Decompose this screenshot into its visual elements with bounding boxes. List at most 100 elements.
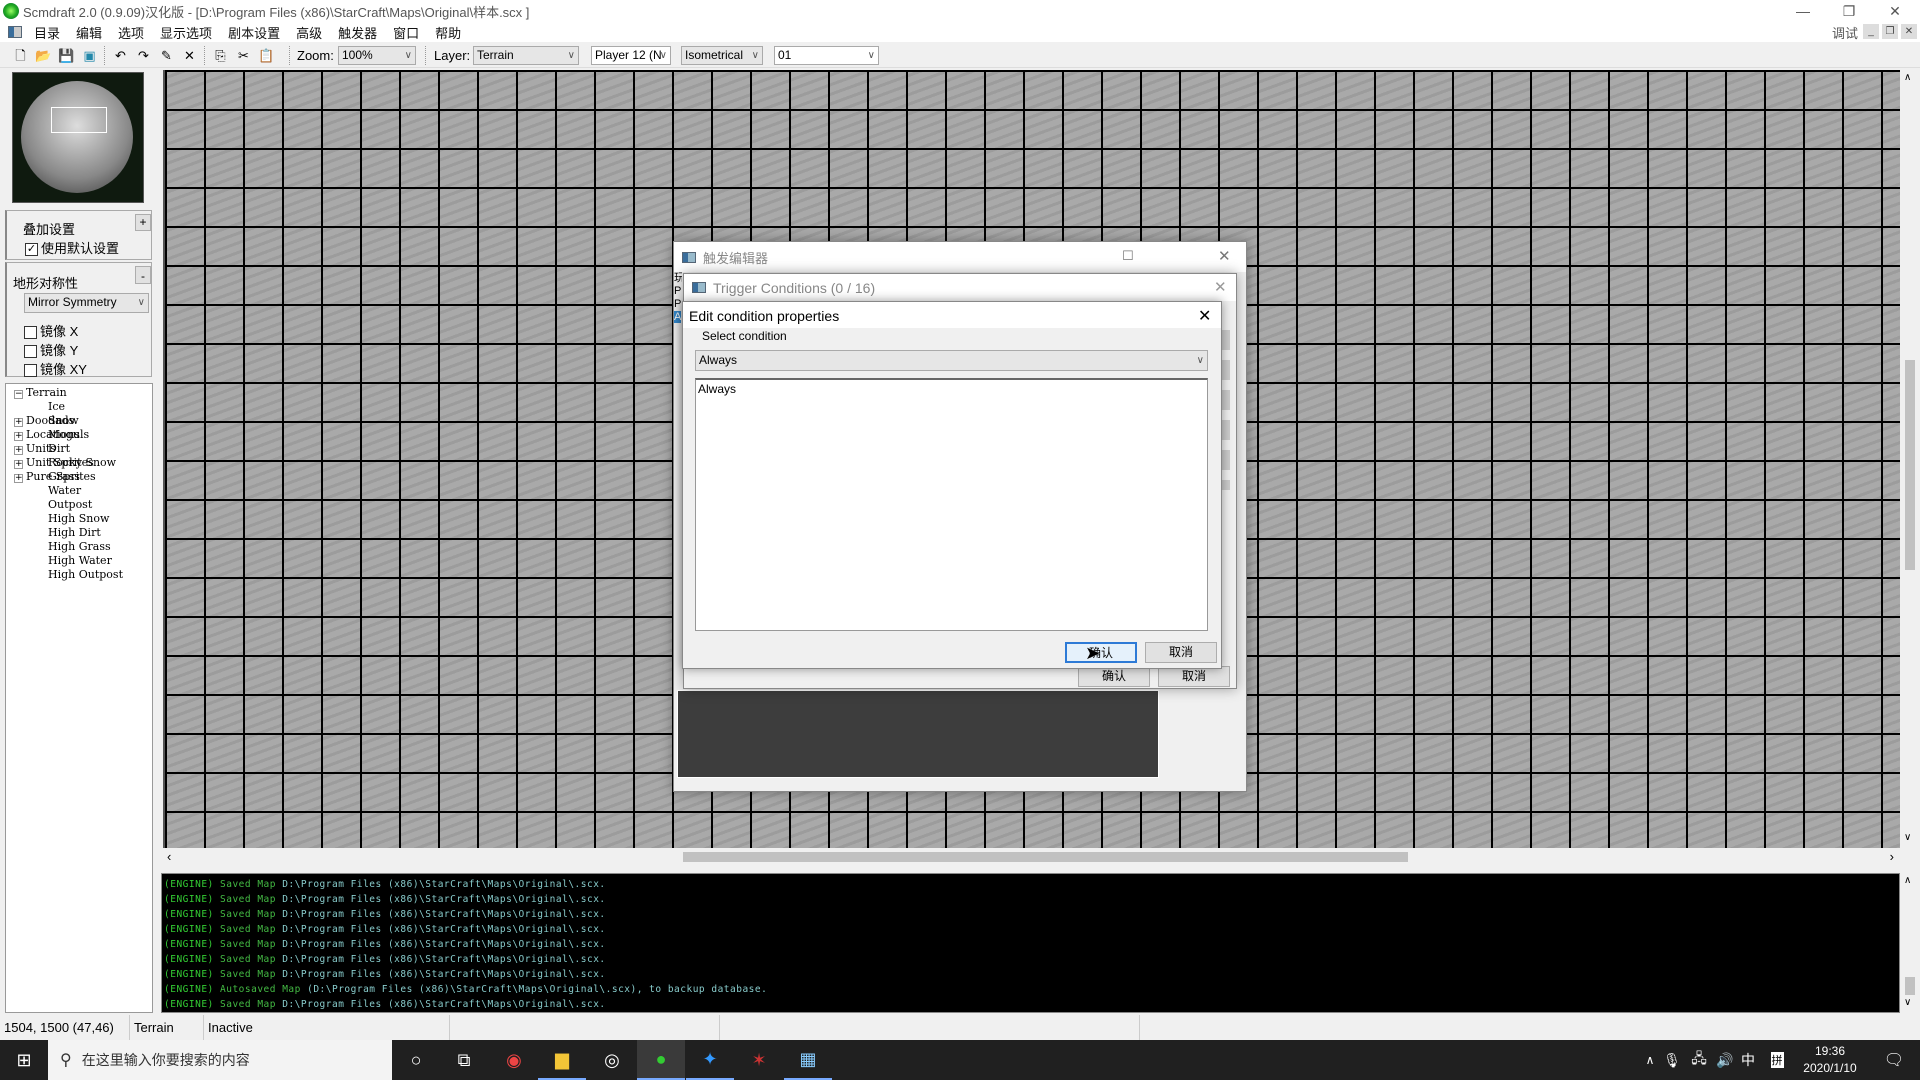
mirror-y-checkbox[interactable]: 镜像 Y [24,340,78,359]
microphone-icon[interactable]: 🎙 [1662,1040,1682,1080]
use-default-checkbox[interactable]: ✓ 使用默认设置 [25,238,119,257]
maximize-button[interactable]: ☐ [1122,248,1134,264]
volume-icon[interactable]: 🔊 [1714,1040,1736,1080]
taskbar-search-box[interactable]: ⚲ 在这里输入你要搜索的内容 [48,1040,392,1080]
menu-help[interactable]: 帮助 [435,23,461,42]
save-icon[interactable]: 💾 [58,47,75,64]
tray-expand-icon[interactable]: ∧ [1640,1040,1660,1080]
cut-icon[interactable]: ✂ [235,47,252,64]
collapse-icon[interactable]: − [14,390,23,399]
image-app-icon[interactable]: ▦ [784,1040,832,1080]
minimap-viewport[interactable] [51,107,107,133]
log-scrollbar[interactable]: ∧ ∨ [1900,873,1920,1013]
scroll-up-icon[interactable]: ∧ [1904,72,1911,83]
condition-rows[interactable] [1222,330,1230,490]
zoom-select[interactable]: 100% ∨ [338,46,416,65]
menu-file[interactable]: 目录 [34,23,60,42]
tree-node-doodads[interactable]: + Doodads [6,414,152,428]
ime-language[interactable]: 中 [1736,1040,1760,1080]
close-button[interactable]: ✕ [1872,0,1918,22]
document-icon[interactable] [8,26,22,38]
edit-condition-ok-button[interactable]: 确认 [1065,642,1137,663]
task-view-icon[interactable]: ⧉ [440,1040,488,1080]
mirror-x-checkbox[interactable]: 镜像 X [24,321,78,340]
network-icon[interactable]: 🖧 [1688,1040,1710,1080]
redo-icon[interactable]: ↷ [135,47,152,64]
mdi-close-button[interactable]: ✕ [1901,24,1917,39]
windows-start-icon[interactable]: ⊞ [0,1040,48,1080]
overlay-expand-button[interactable]: + [135,214,151,231]
menu-triggers[interactable]: 触发器 [338,23,377,42]
starcraft-icon[interactable]: ✶ [735,1040,783,1080]
copy-icon[interactable]: ⎘ [212,47,229,64]
ime-mode[interactable]: 拼 [1764,1040,1790,1080]
layer-select[interactable]: Terrain ∨ [473,46,579,65]
tree-node-high-water[interactable]: High Water [6,554,152,568]
menu-advanced[interactable]: 高级 [296,23,322,42]
menu-edit[interactable]: 编辑 [76,23,102,42]
expand-icon[interactable]: + [14,460,23,469]
scroll-left-icon[interactable]: ‹ [167,849,171,864]
chrome-icon[interactable]: ◉ [490,1040,538,1080]
horizontal-scroll-thumb[interactable] [683,852,1408,862]
tree-node-ice[interactable]: Ice [6,400,152,414]
tree-node-outpost[interactable]: Outpost [6,498,152,512]
tree-node-units[interactable]: + Units [6,442,152,456]
expand-icon[interactable]: + [14,474,23,483]
tree-node-terrain[interactable]: − Terrain [6,386,152,400]
expand-icon[interactable]: + [14,418,23,427]
scroll-down-icon[interactable]: ∨ [1904,832,1911,843]
map-horizontal-scrollbar[interactable]: ‹ › [163,848,1900,866]
conditions-cancel-button[interactable]: 取消 [1158,666,1230,687]
save-as-icon[interactable]: ▣ [81,47,98,64]
scroll-up-icon[interactable]: ∧ [1904,875,1911,886]
mdi-minimize-button[interactable]: _ [1863,24,1879,39]
open-folder-icon[interactable]: 📂 [35,47,52,64]
tree-node-high-outpost[interactable]: High Outpost [6,568,152,582]
map-vertical-scrollbar[interactable]: ∧ ∨ [1900,70,1920,848]
properties-icon[interactable]: ✎ [158,47,175,64]
debug-label[interactable]: 调试 [1832,23,1858,42]
undo-icon[interactable]: ↶ [112,47,129,64]
tree-node-water[interactable]: Water [6,484,152,498]
close-button[interactable]: ✕ [1198,306,1211,326]
symmetry-select[interactable]: Mirror Symmetry ∨ [24,293,149,313]
expand-icon[interactable]: + [14,432,23,441]
minimap[interactable] [12,72,144,203]
tree-node-high-grass[interactable]: High Grass [6,540,152,554]
restore-button[interactable]: ❐ [1826,0,1872,22]
brush-select[interactable]: 01 ∨ [774,46,879,65]
edit-condition-cancel-button[interactable]: 取消 [1145,642,1217,663]
delete-icon[interactable]: ✕ [181,47,198,64]
tree-node-high-dirt[interactable]: High Dirt [6,526,152,540]
paste-icon[interactable]: 📋 [258,47,275,64]
taskbar-clock[interactable]: 19:36 2020/1/10 [1790,1043,1870,1077]
scroll-right-icon[interactable]: › [1890,849,1894,864]
menu-window[interactable]: 窗口 [393,23,419,42]
player-select[interactable]: Player 12 (N ∨ [591,46,671,65]
expand-icon[interactable]: + [14,446,23,455]
tree-node-pure-sprites[interactable]: + Pure Sprites [6,470,152,484]
scmdraft-icon[interactable]: ● [637,1040,685,1080]
notification-icon[interactable]: 🗨 [1870,1040,1918,1080]
tree-node-high-snow[interactable]: High Snow [6,512,152,526]
mirror-xy-checkbox[interactable]: 镜像 XY [24,359,87,378]
palette-tree[interactable]: − Terrain Ice Snow Moguls Dirt Rocky Snow Gras… [5,383,153,1013]
menu-display-options[interactable]: 显示选项 [160,23,212,42]
condition-select[interactable]: Always ∨ [695,350,1208,371]
scroll-down-icon[interactable]: ∨ [1904,997,1911,1008]
menu-scenario-settings[interactable]: 剧本设置 [228,23,280,42]
tree-node-unit-sprites[interactable]: + Unit Sprites [6,456,152,470]
log-scroll-thumb[interactable] [1905,977,1915,995]
battlenet-icon[interactable]: ✦ [686,1040,734,1080]
symmetry-collapse-button[interactable]: - [135,266,151,284]
minimize-button[interactable]: — [1780,0,1826,22]
new-file-icon[interactable]: 🗋 [12,47,29,64]
obs-icon[interactable]: ◎ [588,1040,636,1080]
menu-options[interactable]: 选项 [118,23,144,42]
mdi-restore-button[interactable]: ❐ [1882,24,1898,39]
vertical-scroll-thumb[interactable] [1905,360,1915,570]
file-explorer-icon[interactable]: ▆ [538,1040,586,1080]
trigger-list-area[interactable] [677,690,1159,778]
conditions-ok-button[interactable]: 确认 [1078,666,1150,687]
